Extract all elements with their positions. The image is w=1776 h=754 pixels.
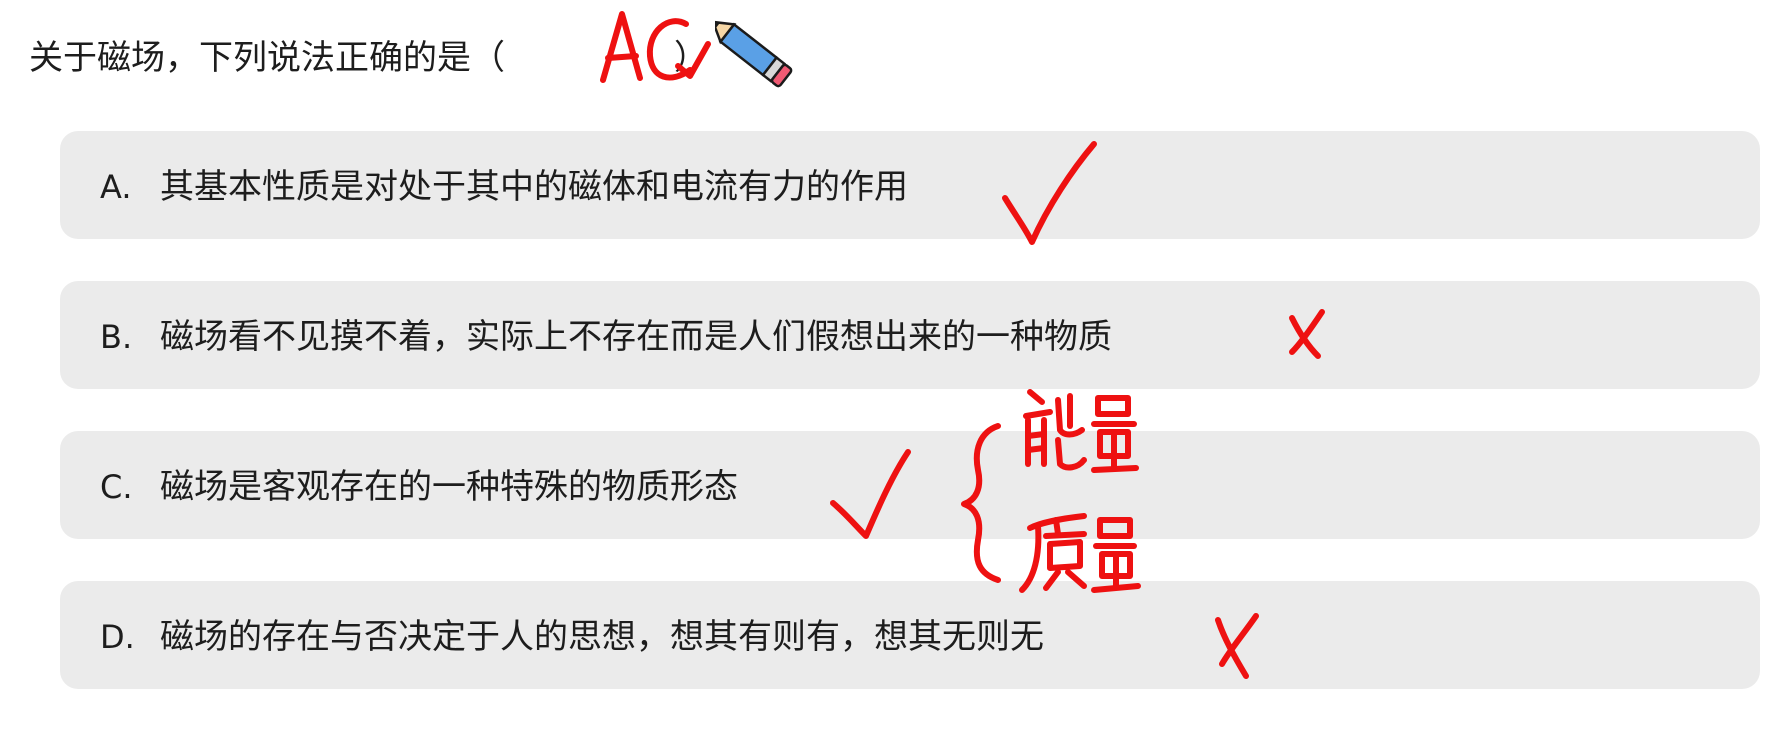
- handwritten-note-nengliang: [1023, 389, 1139, 473]
- check-mark-c: [830, 449, 911, 539]
- brace: [961, 423, 1001, 583]
- handwritten-note-zhiliang: [1019, 513, 1141, 593]
- check-mark-a: [1002, 141, 1097, 245]
- handwritten-annotations: [600, 11, 1325, 679]
- cross-mark-d: [1215, 613, 1259, 679]
- cross-mark-b: [1289, 309, 1325, 359]
- handwritten-answer-ac: [600, 11, 711, 83]
